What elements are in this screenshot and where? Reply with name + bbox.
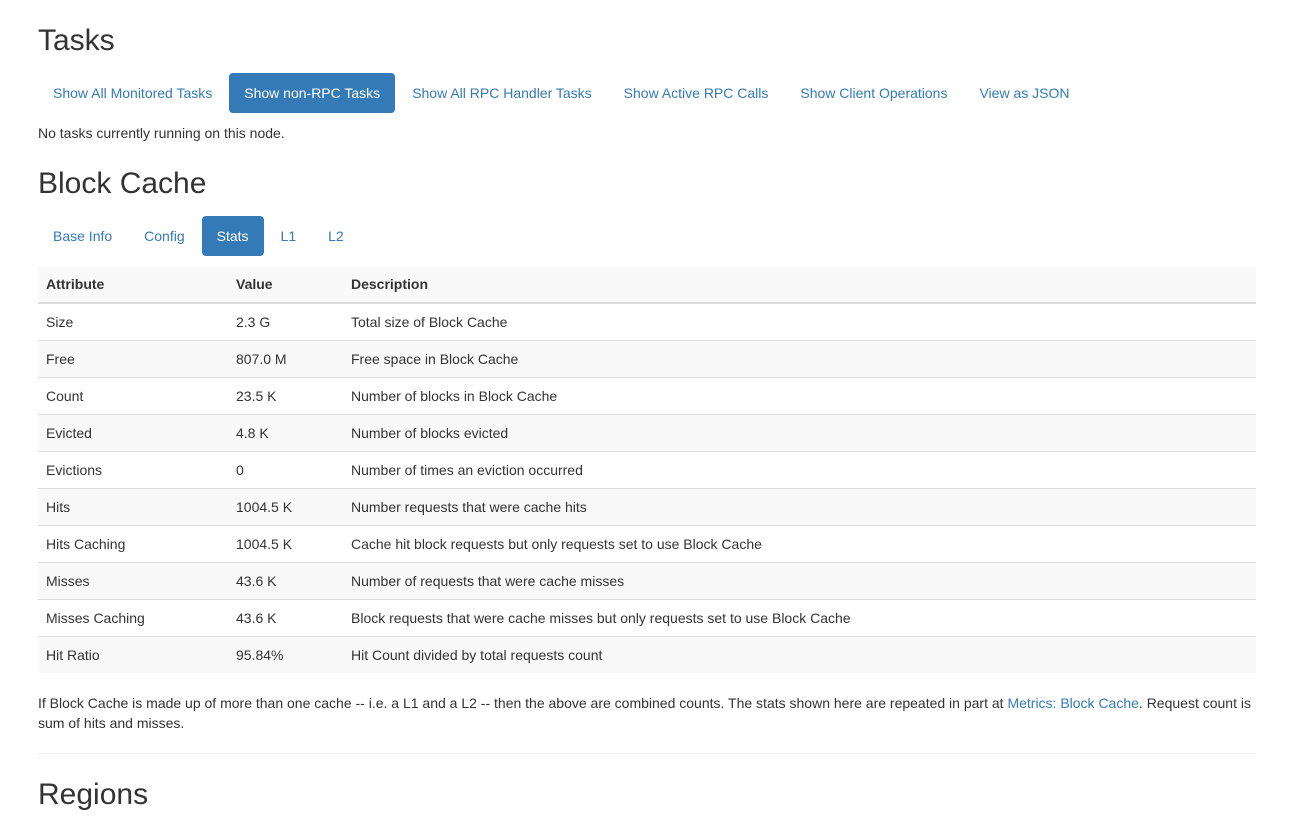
- tab-show-client-operations[interactable]: Show Client Operations: [785, 73, 962, 113]
- cell-attr: Evicted: [38, 414, 228, 451]
- cell-value: 1004.5 K: [228, 488, 343, 525]
- table-row: Evictions 0 Number of times an eviction …: [38, 451, 1256, 488]
- tab-show-all-monitored-tasks[interactable]: Show All Monitored Tasks: [38, 73, 227, 113]
- tasks-status-text: No tasks currently running on this node.: [38, 123, 1256, 143]
- cell-desc: Hit Count divided by total requests coun…: [343, 636, 1256, 673]
- table-row: Evicted 4.8 K Number of blocks evicted: [38, 414, 1256, 451]
- regions-section: Regions: [38, 774, 1256, 817]
- table-row: Hits 1004.5 K Number requests that were …: [38, 488, 1256, 525]
- tasks-section: Tasks Show All Monitored Tasks Show non-…: [38, 20, 1256, 143]
- table-row: Count 23.5 K Number of blocks in Block C…: [38, 377, 1256, 414]
- cell-desc: Number of times an eviction occurred: [343, 451, 1256, 488]
- regions-heading: Regions: [38, 774, 1256, 817]
- footnote-text-prefix: If Block Cache is made up of more than o…: [38, 695, 1007, 711]
- table-row: Hit Ratio 95.84% Hit Count divided by to…: [38, 636, 1256, 673]
- tasks-tabs: Show All Monitored Tasks Show non-RPC Ta…: [38, 73, 1256, 113]
- cell-attr: Size: [38, 303, 228, 341]
- cell-attr: Evictions: [38, 451, 228, 488]
- cell-desc: Free space in Block Cache: [343, 340, 1256, 377]
- cell-desc: Number requests that were cache hits: [343, 488, 1256, 525]
- table-row: Hits Caching 1004.5 K Cache hit block re…: [38, 525, 1256, 562]
- col-value: Value: [228, 266, 343, 303]
- cell-value: 95.84%: [228, 636, 343, 673]
- cell-attr: Misses Caching: [38, 599, 228, 636]
- cell-desc: Total size of Block Cache: [343, 303, 1256, 341]
- cell-value: 1004.5 K: [228, 525, 343, 562]
- block-cache-heading: Block Cache: [38, 163, 1256, 206]
- cell-attr: Hits Caching: [38, 525, 228, 562]
- tab-stats[interactable]: Stats: [202, 216, 264, 256]
- table-row: Size 2.3 G Total size of Block Cache: [38, 303, 1256, 341]
- section-divider: [38, 753, 1256, 754]
- block-cache-tabs: Base Info Config Stats L1 L2: [38, 216, 1256, 256]
- cell-value: 43.6 K: [228, 562, 343, 599]
- block-cache-stats-table: Attribute Value Description Size 2.3 G T…: [38, 266, 1256, 673]
- tasks-heading: Tasks: [38, 20, 1256, 63]
- table-row: Misses 43.6 K Number of requests that we…: [38, 562, 1256, 599]
- tab-l2[interactable]: L2: [313, 216, 359, 256]
- col-attribute: Attribute: [38, 266, 228, 303]
- metrics-block-cache-link[interactable]: Metrics: Block Cache: [1007, 695, 1138, 711]
- cell-desc: Number of blocks in Block Cache: [343, 377, 1256, 414]
- block-cache-footnote: If Block Cache is made up of more than o…: [38, 693, 1256, 733]
- tab-show-non-rpc-tasks[interactable]: Show non-RPC Tasks: [229, 73, 395, 113]
- cell-attr: Misses: [38, 562, 228, 599]
- cell-value: 807.0 M: [228, 340, 343, 377]
- cell-attr: Hits: [38, 488, 228, 525]
- cell-desc: Number of blocks evicted: [343, 414, 1256, 451]
- cell-value: 4.8 K: [228, 414, 343, 451]
- cell-value: 43.6 K: [228, 599, 343, 636]
- cell-attr: Count: [38, 377, 228, 414]
- cell-value: 23.5 K: [228, 377, 343, 414]
- tab-l1[interactable]: L1: [266, 216, 312, 256]
- table-header-row: Attribute Value Description: [38, 266, 1256, 303]
- cell-value: 0: [228, 451, 343, 488]
- cell-desc: Block requests that were cache misses bu…: [343, 599, 1256, 636]
- table-row: Misses Caching 43.6 K Block requests tha…: [38, 599, 1256, 636]
- tab-base-info[interactable]: Base Info: [38, 216, 127, 256]
- tab-view-as-json[interactable]: View as JSON: [964, 73, 1084, 113]
- cell-desc: Number of requests that were cache misse…: [343, 562, 1256, 599]
- cell-attr: Hit Ratio: [38, 636, 228, 673]
- tab-show-all-rpc-handler-tasks[interactable]: Show All RPC Handler Tasks: [397, 73, 606, 113]
- tab-config[interactable]: Config: [129, 216, 199, 256]
- col-description: Description: [343, 266, 1256, 303]
- block-cache-section: Block Cache Base Info Config Stats L1 L2…: [38, 163, 1256, 733]
- cell-desc: Cache hit block requests but only reques…: [343, 525, 1256, 562]
- cell-attr: Free: [38, 340, 228, 377]
- table-row: Free 807.0 M Free space in Block Cache: [38, 340, 1256, 377]
- tab-show-active-rpc-calls[interactable]: Show Active RPC Calls: [609, 73, 784, 113]
- cell-value: 2.3 G: [228, 303, 343, 341]
